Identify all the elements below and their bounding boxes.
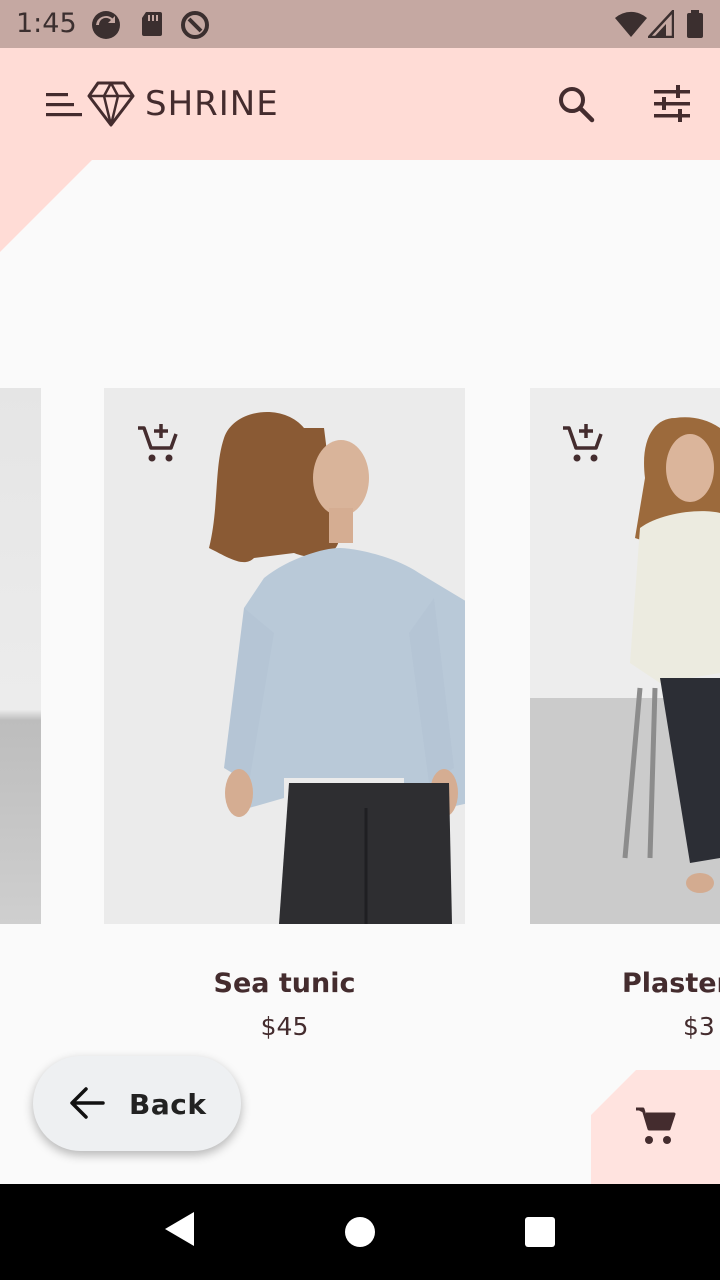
product-name: Plaster [622,968,720,999]
back-button[interactable]: Back [33,1056,241,1151]
product-image-partial[interactable] [0,388,41,924]
sync-icon [92,11,120,39]
add-to-cart-button[interactable] [559,420,607,468]
data-saver-icon [181,11,209,39]
cell-signal-icon [648,10,674,38]
filter-button[interactable] [648,80,696,128]
shrine-diamond-icon [87,81,135,127]
status-time: 1:45 [16,8,77,39]
product-image-next[interactable] [530,388,720,924]
nav-back-icon[interactable] [162,1210,196,1248]
backdrop-corner [0,160,92,252]
system-nav-bar [0,1184,720,1280]
tune-icon [654,85,690,122]
status-bar: 1:45 [0,0,720,48]
nav-recents-icon[interactable] [524,1216,556,1248]
product-name: Sea tunic [213,968,356,999]
nav-home-icon[interactable] [344,1216,376,1248]
app-title: SHRINE [145,84,279,124]
sd-card-icon [142,12,162,36]
search-button[interactable] [552,80,600,128]
menu-icon[interactable] [44,92,82,118]
product-photo [104,388,465,924]
shopping-cart-icon [636,1107,676,1144]
product-price: $45 [260,1012,309,1041]
battery-icon [687,10,703,38]
search-icon [559,87,595,123]
product-price: $3 [683,1012,715,1041]
back-button-label: Back [129,1088,207,1121]
product-image[interactable] [104,388,465,924]
product-photo-next [530,388,720,924]
arrow-back-icon [70,1087,105,1119]
add-shopping-cart-icon [138,424,178,462]
add-shopping-cart-icon [563,424,603,462]
wifi-icon [615,11,647,38]
cart-button[interactable] [591,1070,720,1184]
add-to-cart-button[interactable] [134,420,182,468]
